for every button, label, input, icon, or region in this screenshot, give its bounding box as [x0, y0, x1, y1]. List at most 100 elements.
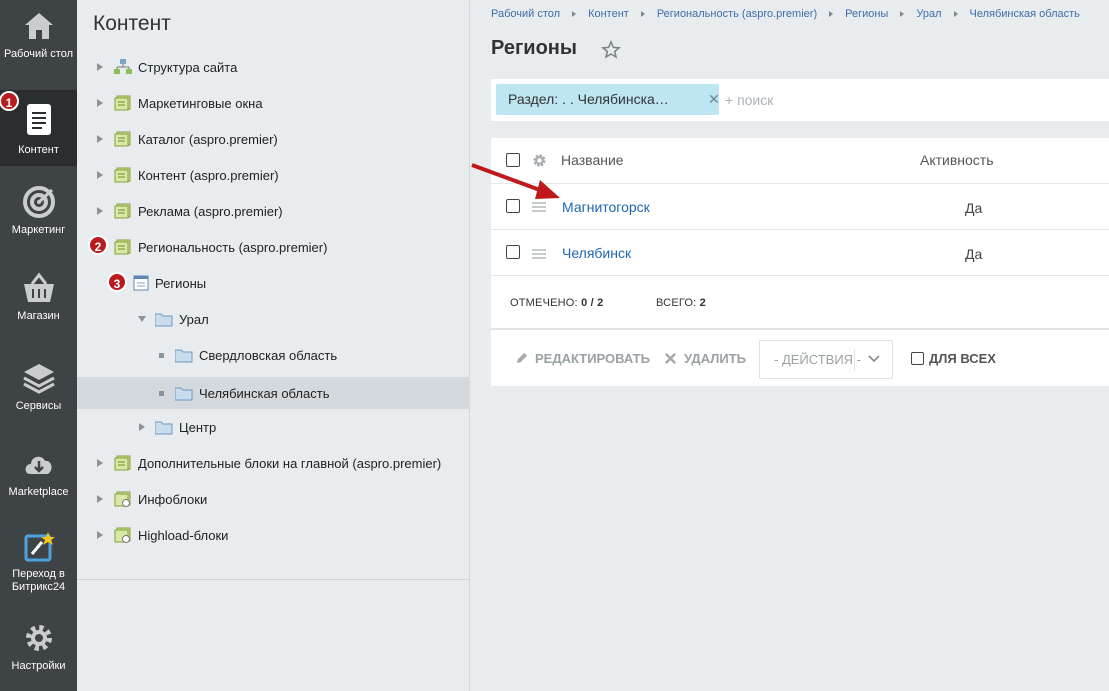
actions-dropdown[interactable]: - ДЕЙСТВИЯ - [759, 340, 893, 379]
rail-item-label: Контент [18, 144, 59, 156]
row-name-link[interactable]: Магнитогорск [562, 199, 650, 215]
row-name-link[interactable]: Челябинск [562, 245, 631, 261]
page-title: Регионы [491, 37, 577, 59]
search-input[interactable]: + поиск [725, 92, 773, 108]
breadcrumb-item[interactable]: Челябинская область [970, 8, 1080, 20]
target-icon [22, 186, 55, 218]
grid-divider [491, 183, 1109, 184]
grid-divider [491, 229, 1109, 230]
row-checkbox[interactable] [506, 199, 520, 213]
settings-gear-icon[interactable] [532, 153, 547, 168]
rail-item-label: Маркетинг [11, 224, 66, 236]
breadcrumb: Рабочий стол Контент Региональность (asp… [491, 8, 1080, 20]
iblock-settings-icon [114, 527, 131, 543]
tree-item-extra-blocks[interactable]: Дополнительные блоки на главной (aspro.p… [77, 447, 470, 479]
breadcrumb-item[interactable]: Региональность (aspro.premier) [657, 8, 817, 20]
column-header-active[interactable]: Активность [920, 152, 994, 168]
tree-item-marketing-windows[interactable]: Маркетинговые окна [77, 87, 470, 119]
tree-item-content-aspro[interactable]: Контент (aspro.premier) [77, 159, 470, 191]
rail-item-label: Настройки [11, 660, 66, 672]
selected-count-value: 0 / 2 [581, 297, 604, 309]
total-count: ВСЕГО: 2 [656, 297, 706, 309]
expand-arrow-icon[interactable] [95, 494, 105, 504]
tree-item-label: Структура сайта [138, 59, 238, 75]
iblock-type-icon [114, 131, 131, 147]
row-checkbox[interactable] [506, 245, 520, 259]
breadcrumb-separator-icon [829, 11, 834, 17]
selected-count: ОТМЕЧЕНО: 0 / 2 [510, 297, 603, 309]
breadcrumb-separator-icon [572, 11, 577, 17]
remove-filter-icon[interactable]: ✕ [708, 84, 720, 115]
close-icon [665, 353, 676, 364]
tree-item-label: Свердловская область [199, 347, 338, 363]
row-active-value: Да [965, 200, 983, 216]
iblock-type-icon [114, 167, 131, 183]
tree-item-chelyabinsk[interactable]: Челябинская область [77, 377, 470, 409]
edit-button[interactable]: Редактировать [515, 351, 650, 366]
filter-chip-section[interactable]: Раздел: . . Челябинска… ✕ [496, 84, 720, 115]
select-all-checkbox[interactable] [506, 153, 520, 167]
tree-item-label: Реклама (aspro.premier) [138, 203, 283, 219]
favorite-star-icon[interactable] [601, 40, 621, 60]
content-tree-panel: Контент Структура сайта Маркетинговые ок… [77, 0, 470, 691]
rail-item-services[interactable]: Сервисы [0, 362, 77, 422]
rail-item-marketplace[interactable]: Marketplace [0, 448, 77, 508]
tree-item-ural[interactable]: Урал [77, 303, 470, 335]
row-menu-icon[interactable] [532, 249, 546, 259]
breadcrumb-item[interactable]: Рабочий стол [491, 8, 560, 20]
tree-item-regions[interactable]: Регионы [77, 267, 470, 299]
expand-arrow-icon[interactable] [95, 458, 105, 468]
iblock-type-icon [114, 95, 131, 111]
rail-item-settings[interactable]: Настройки [0, 622, 77, 682]
expand-arrow-icon[interactable] [95, 170, 105, 180]
rail-item-label: Рабочий стол [3, 48, 74, 60]
tree-item-center[interactable]: Центр [77, 411, 470, 443]
delete-button[interactable]: Удалить [664, 351, 746, 366]
for-all-checkbox[interactable] [911, 352, 924, 365]
expand-arrow-icon[interactable] [137, 422, 147, 432]
grid-divider [491, 328, 1109, 330]
rail-item-marketing[interactable]: Маркетинг [0, 186, 77, 246]
filter-chip-label: Раздел: . . Челябинска… [508, 91, 669, 107]
row-active-value: Да [965, 246, 983, 262]
tree-item-regionality[interactable]: Региональность (aspro.premier) [77, 231, 470, 263]
edit-button-label: Редактировать [535, 351, 650, 366]
tree-item-highload[interactable]: Highload-блоки [77, 519, 470, 551]
rail-item-desktop[interactable]: Рабочий стол [0, 10, 77, 80]
tree-item-sverdlovsk[interactable]: Свердловская область [77, 339, 470, 371]
column-header-name[interactable]: Название [561, 152, 624, 168]
chevron-down-icon [868, 355, 880, 363]
expand-arrow-icon[interactable] [95, 134, 105, 144]
filter-bar[interactable]: Раздел: . . Челябинска… ✕ + поиск [491, 79, 1109, 121]
home-icon [24, 13, 53, 39]
rail-item-shop[interactable]: Магазин [0, 272, 77, 332]
layers-icon [22, 364, 55, 394]
tree-item-infoblocks[interactable]: Инфоблоки [77, 483, 470, 515]
rail-item-bitrix24[interactable]: Переход в Битрикс24 [0, 530, 77, 600]
folder-icon [175, 349, 193, 362]
breadcrumb-item[interactable]: Урал [916, 8, 941, 20]
folder-icon [155, 313, 173, 326]
tree-item-catalog[interactable]: Каталог (aspro.premier) [77, 123, 470, 155]
iblock-settings-icon [114, 491, 131, 507]
breadcrumb-item[interactable]: Контент [588, 8, 629, 20]
expand-arrow-icon[interactable] [95, 530, 105, 540]
expand-arrow-icon[interactable] [95, 98, 105, 108]
tree-item-site-structure[interactable]: Структура сайта [77, 51, 470, 83]
tree-title: Контент [93, 12, 171, 35]
expand-arrow-icon[interactable] [95, 206, 105, 216]
expand-arrow-icon[interactable] [95, 62, 105, 72]
document-icon [26, 104, 51, 135]
site-structure-icon [114, 59, 132, 74]
tree-item-ads[interactable]: Реклама (aspro.premier) [77, 195, 470, 227]
iblock-type-icon [114, 239, 131, 255]
row-menu-icon[interactable] [532, 202, 546, 212]
tree-item-label: Контент (aspro.premier) [138, 167, 279, 183]
collapse-arrow-icon[interactable] [137, 314, 147, 324]
basket-icon [23, 272, 54, 302]
dropdown-separator [854, 349, 855, 371]
for-all-toggle[interactable]: ДЛЯ ВСЕХ [911, 351, 996, 366]
tree-item-label: Урал [179, 311, 209, 327]
breadcrumb-item[interactable]: Регионы [845, 8, 888, 20]
cloud-download-icon [25, 456, 52, 474]
